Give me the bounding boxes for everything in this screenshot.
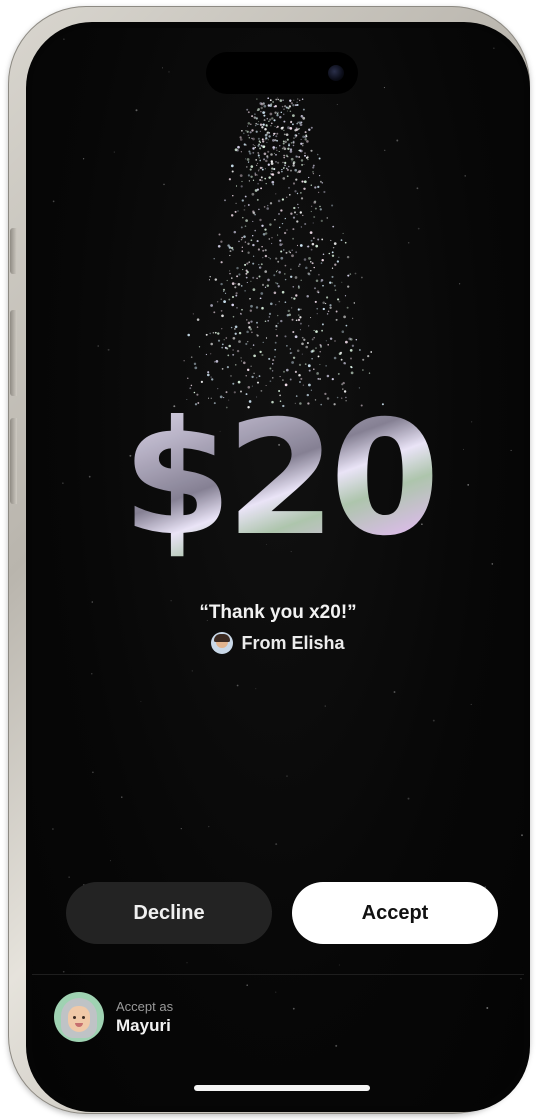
account-avatar: [54, 992, 104, 1042]
decline-button[interactable]: Decline: [66, 882, 272, 944]
dynamic-island: [206, 52, 358, 94]
sender-label: From Elisha: [241, 632, 345, 653]
volume-up-button: [10, 310, 17, 396]
accept-as-label: Accept as: [116, 998, 174, 1014]
volume-down-button: [10, 418, 17, 504]
payment-amount: $20: [32, 400, 524, 558]
accept-as-account[interactable]: Accept as Mayuri: [54, 992, 173, 1042]
decline-label: Decline: [133, 901, 205, 924]
sender-avatar: [211, 632, 234, 654]
iphone-frame: $20 “Thank you x20!” From Elisha Decline…: [8, 6, 530, 1114]
sender-row: From Elisha: [32, 632, 524, 654]
accept-button[interactable]: Accept: [292, 882, 498, 944]
home-indicator[interactable]: [194, 1085, 370, 1091]
divider: [32, 974, 524, 975]
accept-label: Accept: [361, 901, 429, 924]
screen: $20 “Thank you x20!” From Elisha Decline…: [32, 28, 524, 1106]
account-name: Mayuri: [116, 1015, 171, 1035]
front-camera-icon: [328, 65, 344, 81]
payment-message: “Thank you x20!”: [199, 602, 357, 623]
account-text: Accept as Mayuri: [116, 999, 173, 1036]
action-button: [10, 228, 17, 274]
